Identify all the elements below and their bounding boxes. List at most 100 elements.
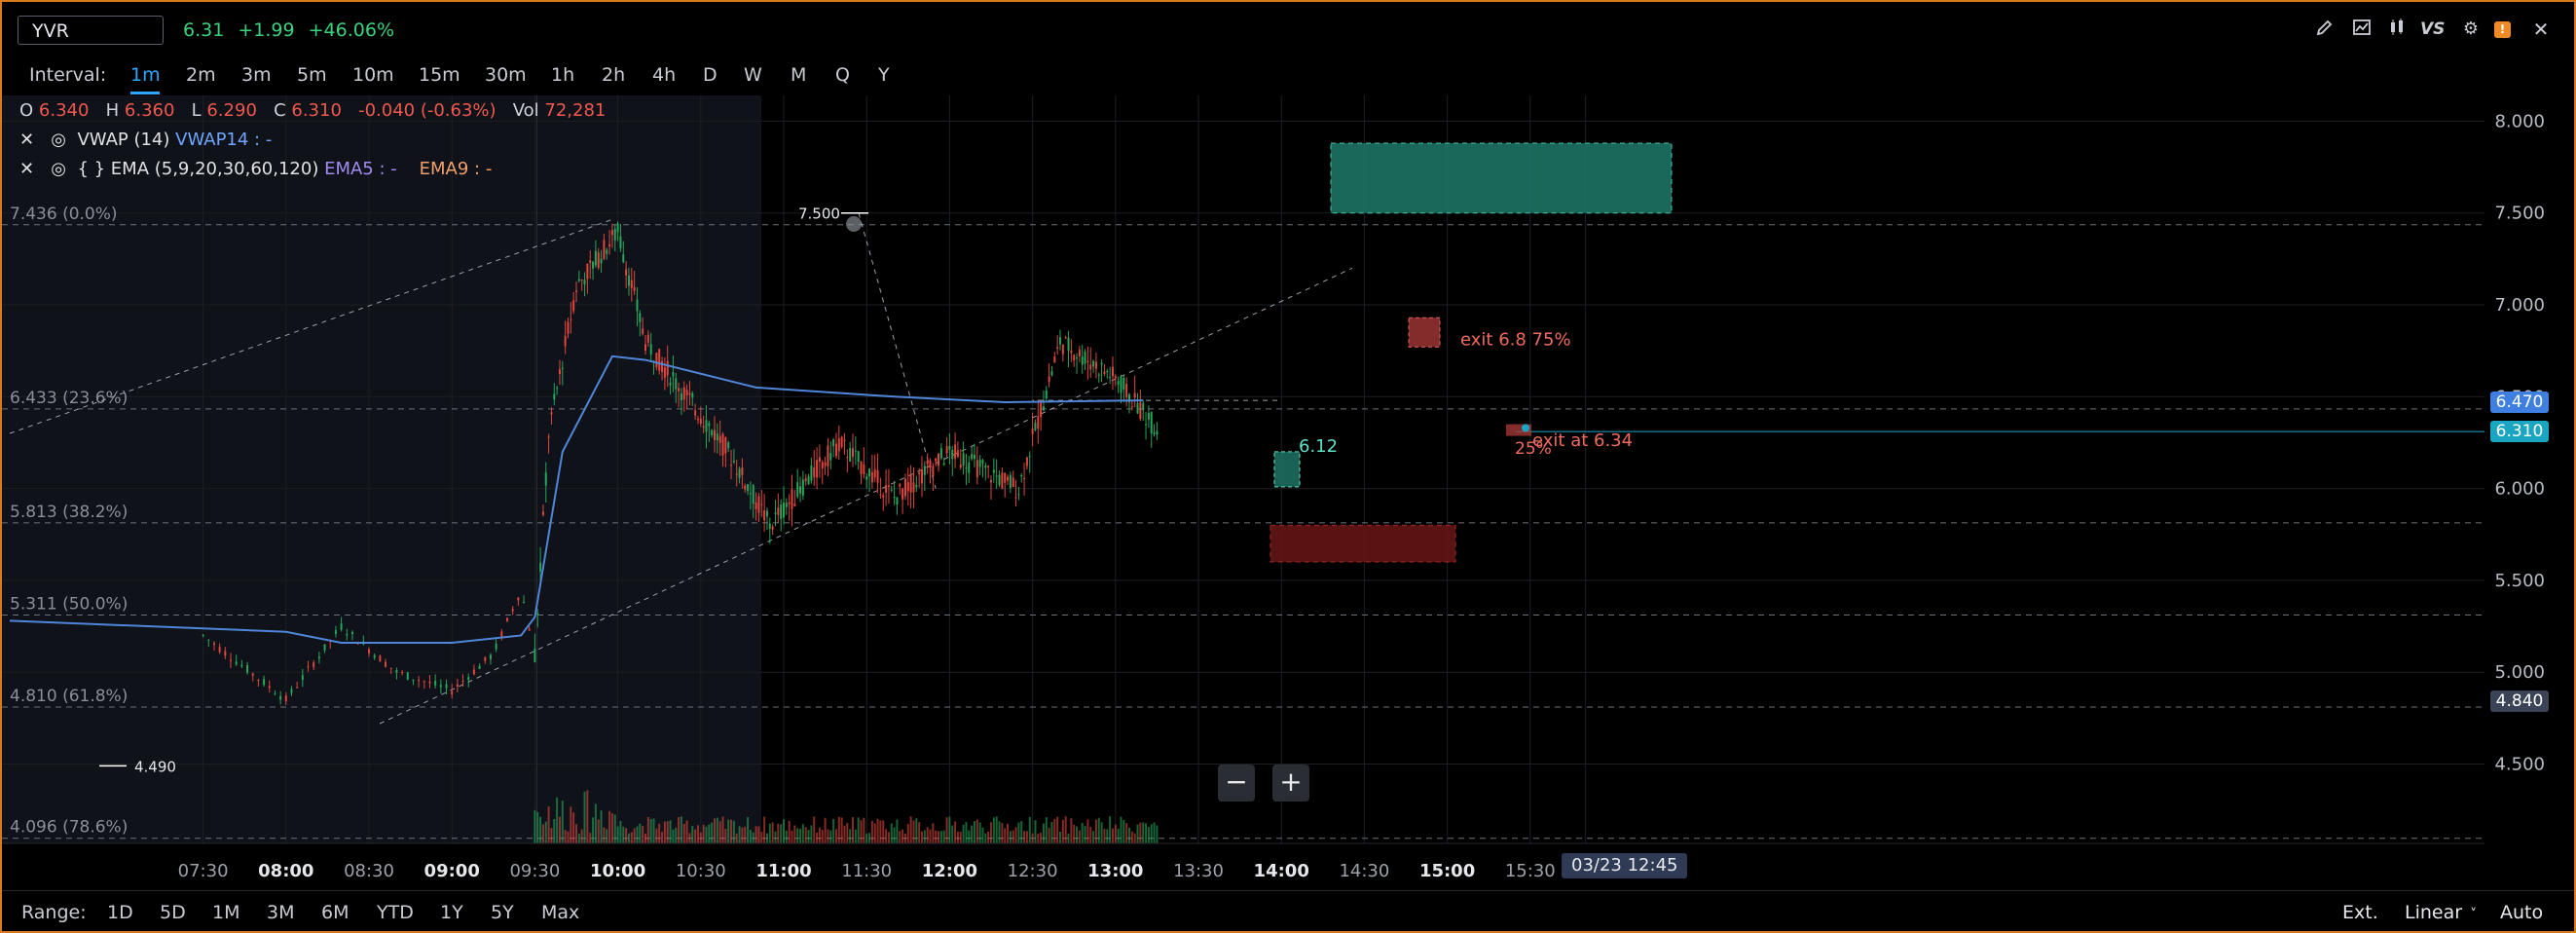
volume-bar xyxy=(818,827,821,843)
range-3m[interactable]: 3M xyxy=(267,902,294,923)
volume-bar xyxy=(1114,824,1117,843)
interval-1h[interactable]: 1h xyxy=(551,64,574,86)
candle-body xyxy=(804,478,807,482)
ema9-value: EMA9 : - xyxy=(419,159,493,179)
candle-body xyxy=(816,460,819,478)
volume-bar xyxy=(865,833,868,843)
symbol-input[interactable]: YVR xyxy=(18,16,164,45)
candle-body xyxy=(705,420,708,432)
range-5d[interactable]: 5D xyxy=(160,902,186,923)
range-6m[interactable]: 6M xyxy=(321,902,349,923)
candle-body xyxy=(608,243,611,247)
volume-bar xyxy=(992,817,995,843)
volume-bar xyxy=(890,823,893,843)
volume-bar xyxy=(752,832,754,843)
range-1d[interactable]: 1D xyxy=(107,902,133,923)
candles-icon[interactable] xyxy=(2385,18,2409,41)
candle-body xyxy=(589,260,592,263)
interval-4h[interactable]: 4h xyxy=(652,64,676,86)
volume-bar xyxy=(1014,827,1017,843)
candle-body xyxy=(627,275,630,286)
candle-body xyxy=(1023,477,1026,479)
extended-hours-toggle[interactable]: Ext. xyxy=(2342,902,2378,923)
candle-body xyxy=(218,647,221,653)
active-interval-underline xyxy=(130,92,160,94)
range-1y[interactable]: 1Y xyxy=(440,902,463,923)
interval-w[interactable]: W xyxy=(744,64,762,86)
candle-body xyxy=(639,313,642,322)
candle-body xyxy=(484,656,487,661)
volume-bar xyxy=(793,825,796,843)
interval-5m[interactable]: 5m xyxy=(297,64,327,86)
gear-icon[interactable]: ⚙ xyxy=(2459,18,2483,41)
time-axis-label: 08:30 xyxy=(344,861,394,881)
volume-bar xyxy=(893,827,896,843)
candle-body xyxy=(1130,406,1133,408)
candle-body xyxy=(658,349,661,371)
visibility-icon[interactable]: ◎ xyxy=(51,130,66,150)
interval-30m[interactable]: 30m xyxy=(485,64,527,86)
candle-body xyxy=(290,689,293,693)
candle-body xyxy=(821,462,824,469)
interval-d[interactable]: D xyxy=(703,64,718,86)
interval-3m[interactable]: 3m xyxy=(241,64,272,86)
candle-body xyxy=(1133,392,1136,398)
close-icon[interactable]: ✕ xyxy=(2529,18,2553,41)
candle-body xyxy=(771,526,774,530)
interval-2m[interactable]: 2m xyxy=(186,64,216,86)
candle-body xyxy=(406,672,409,680)
range-5y[interactable]: 5Y xyxy=(491,902,514,923)
range-ytd[interactable]: YTD xyxy=(377,902,414,923)
remove-vwap-icon[interactable]: ✕ xyxy=(19,130,34,150)
auto-scale-toggle[interactable]: Auto xyxy=(2500,902,2543,923)
candle-body xyxy=(472,669,475,675)
volume-bar xyxy=(1064,816,1067,843)
interval-m[interactable]: M xyxy=(791,64,806,86)
candle-body xyxy=(1117,381,1120,385)
candle-body xyxy=(373,654,376,658)
time-axis-label: 09:30 xyxy=(509,861,560,881)
interval-q[interactable]: Q xyxy=(835,64,850,86)
volume-bar xyxy=(951,825,954,843)
candle-body xyxy=(1042,406,1045,411)
candle-body xyxy=(1073,355,1076,360)
candle-body xyxy=(718,435,721,443)
candle-body xyxy=(451,690,454,695)
compare-icon[interactable]: VS xyxy=(2420,18,2445,41)
candle-body xyxy=(912,482,915,493)
chart-type-icon[interactable] xyxy=(2350,18,2374,41)
visibility-icon[interactable]: ◎ xyxy=(51,159,66,179)
volume-bar xyxy=(827,829,829,843)
scale-dropdown[interactable]: Linear ˅ xyxy=(2405,902,2477,923)
range-max[interactable]: Max xyxy=(541,902,579,923)
volume-value: 72,281 xyxy=(544,100,607,121)
remove-ema-icon[interactable]: ✕ xyxy=(19,159,34,179)
candle-body xyxy=(263,679,266,686)
alert-icon[interactable]: ! xyxy=(2494,21,2511,38)
vwap-legend: ✕ ◎ VWAP (14) VWAP14 : - xyxy=(19,130,272,150)
volume-bar xyxy=(608,810,611,843)
range-1m[interactable]: 1M xyxy=(212,902,239,923)
zoom-out-button[interactable]: − xyxy=(1218,765,1255,802)
zoom-in-button[interactable]: + xyxy=(1272,765,1309,802)
volume-bar xyxy=(987,831,990,843)
open-value: 6.340 xyxy=(38,100,90,121)
candle-body xyxy=(796,482,799,498)
volume-bar xyxy=(597,819,600,843)
pencil-icon[interactable] xyxy=(2313,18,2337,41)
last-price-dot xyxy=(1522,424,1529,432)
interval-2h[interactable]: 2h xyxy=(602,64,625,86)
interval-y[interactable]: Y xyxy=(878,64,890,86)
volume-bar xyxy=(870,821,873,843)
interval-15m[interactable]: 15m xyxy=(419,64,460,86)
volume-bar xyxy=(854,829,857,843)
price-axis-label: 4.500 xyxy=(2494,755,2545,775)
volume-bar xyxy=(948,816,951,843)
interval-1m[interactable]: 1m xyxy=(130,64,161,86)
candle-body xyxy=(975,460,978,477)
interval-10m[interactable]: 10m xyxy=(352,64,394,86)
volume-bar xyxy=(796,828,799,843)
volume-bar xyxy=(646,816,649,843)
candle-body xyxy=(915,484,918,488)
candle-body xyxy=(971,454,974,460)
